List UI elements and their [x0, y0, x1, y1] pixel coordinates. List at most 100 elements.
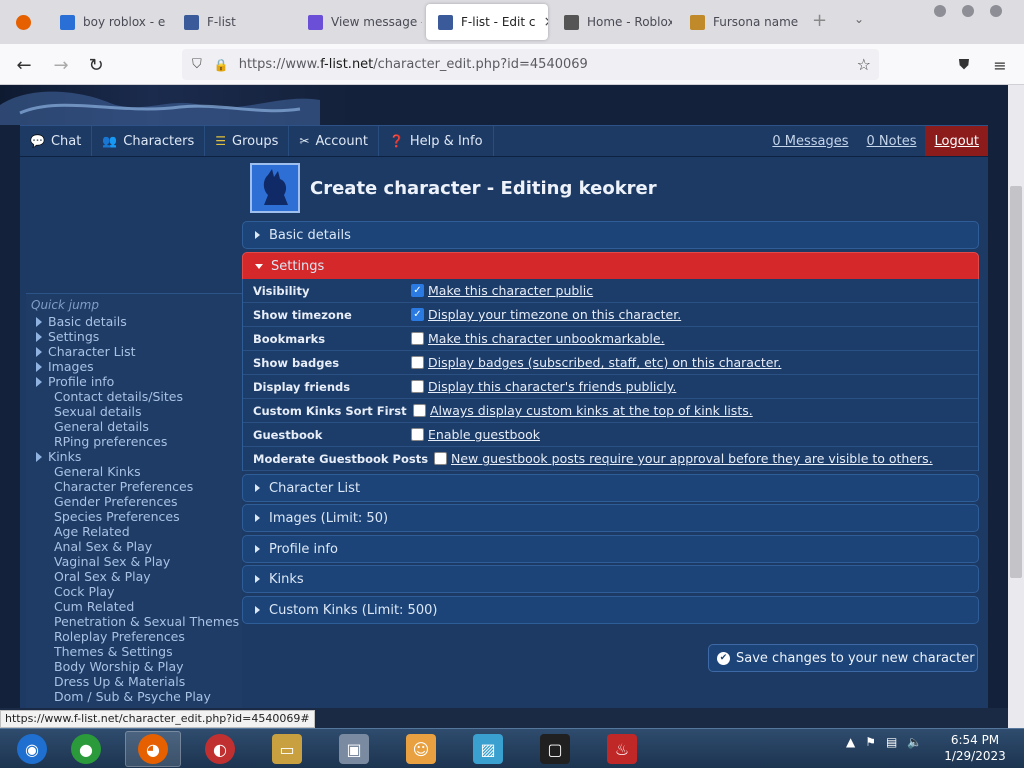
browser-tab[interactable]: F-list — [172, 4, 292, 40]
nav-chat[interactable]: 💬 Chat — [20, 126, 93, 156]
quick-jump-item[interactable]: Profile info — [26, 374, 242, 389]
setting-option-text[interactable]: New guestbook posts require your approva… — [451, 451, 933, 466]
obama-icon[interactable]: ◐ — [192, 731, 248, 767]
photo-icon[interactable]: ▨ — [460, 731, 516, 767]
nav-groups[interactable]: ☰ Groups — [205, 126, 290, 156]
setting-option-text[interactable]: Enable guestbook — [428, 427, 540, 442]
shield-icon[interactable]: ⛉ — [192, 57, 202, 72]
quick-jump-item[interactable]: Oral Sex & Play — [26, 569, 242, 584]
firefox-menu-icon[interactable] — [4, 4, 40, 40]
setting-checkbox[interactable] — [411, 356, 424, 369]
forward-button[interactable]: → — [49, 53, 73, 77]
lock-icon[interactable]: 🔒 — [214, 58, 229, 72]
quick-jump-item[interactable]: Themes & Settings — [26, 644, 242, 659]
quick-jump-item[interactable]: Contact details/Sites — [26, 389, 242, 404]
quick-jump-item[interactable]: Cum Related — [26, 599, 242, 614]
quick-jump-item[interactable]: General Kinks — [26, 464, 242, 479]
clock[interactable]: 6:54 PM 1/29/2023 — [940, 732, 1010, 764]
quick-jump-label: Character Preferences — [54, 479, 194, 494]
panel-custom-kinks[interactable]: Custom Kinks (Limit: 500) — [242, 596, 979, 624]
quick-jump-item[interactable]: Cock Play — [26, 584, 242, 599]
user-icon[interactable]: ☺ — [393, 731, 449, 767]
setting-checkbox[interactable] — [434, 452, 447, 465]
quick-jump-item[interactable]: Images — [26, 359, 242, 374]
quick-jump-label: Body Worship & Play — [54, 659, 184, 674]
quick-jump-item[interactable]: Basic details — [26, 314, 242, 329]
network-icon[interactable]: ▤ — [886, 735, 897, 749]
close-window-button[interactable] — [990, 5, 1002, 17]
minimize-button[interactable] — [934, 5, 946, 17]
setting-option-text[interactable]: Display this character's friends publicl… — [428, 379, 676, 394]
tab-list-chevron-icon[interactable]: ⌄ — [854, 12, 864, 26]
panel-basic-details[interactable]: Basic details — [242, 221, 979, 249]
setting-option-text[interactable]: Make this character unbookmarkable. — [428, 331, 665, 346]
panel-profile-info[interactable]: Profile info — [242, 535, 979, 563]
nav-characters[interactable]: 👥 Characters — [92, 126, 206, 156]
panel-settings[interactable]: Settings — [242, 252, 979, 280]
panel-kinks[interactable]: Kinks — [242, 565, 979, 593]
chrome-icon[interactable]: ● — [58, 731, 114, 767]
quick-jump-item[interactable]: Character List — [26, 344, 242, 359]
url-bar[interactable]: ⛉ 🔒 https://www. f-list.net/character_edi… — [182, 49, 879, 80]
panel-images[interactable]: Images (Limit: 50) — [242, 504, 979, 532]
pocket-icon[interactable]: ⛊ — [952, 53, 976, 77]
setting-checkbox[interactable] — [413, 404, 426, 417]
java-icon[interactable]: ♨ — [594, 731, 650, 767]
reload-button[interactable]: ↻ — [84, 53, 108, 77]
quick-jump-item[interactable]: Dress Up & Materials — [26, 674, 242, 689]
maximize-button[interactable] — [962, 5, 974, 17]
quick-jump-item[interactable]: Anal Sex & Play — [26, 539, 242, 554]
quick-jump-item[interactable]: General details — [26, 419, 242, 434]
caret-right-icon — [36, 361, 42, 372]
notes-link[interactable]: 0 Notes — [858, 126, 926, 156]
url-host: f-list.net — [320, 57, 374, 72]
tray-expand-icon[interactable]: ▲ — [846, 735, 855, 749]
scrollbar-thumb[interactable] — [1010, 186, 1022, 578]
browser-tab[interactable]: Fursona names — [678, 4, 798, 40]
new-tab-button[interactable]: + — [812, 10, 827, 31]
quick-jump-item[interactable]: Age Related — [26, 524, 242, 539]
setting-checkbox[interactable] — [411, 332, 424, 345]
volume-icon[interactable]: 🔈 — [907, 735, 922, 749]
quick-jump-item[interactable]: Sexual details — [26, 404, 242, 419]
bookmark-star-icon[interactable]: ☆ — [857, 55, 871, 74]
setting-option-text[interactable]: Display your timezone on this character. — [428, 307, 681, 322]
quick-jump-item[interactable]: Body Worship & Play — [26, 659, 242, 674]
folder-icon[interactable]: ▭ — [259, 731, 315, 767]
quick-jump-item[interactable]: Settings — [26, 329, 242, 344]
messages-link[interactable]: 0 Messages — [763, 126, 857, 156]
setting-checkbox[interactable]: ✓ — [411, 308, 424, 321]
quick-jump-item[interactable]: Penetration & Sexual Themes — [26, 614, 242, 629]
start-orb-icon[interactable]: ◉ — [4, 731, 60, 767]
browser-tab[interactable]: F-list - Edit c × — [426, 4, 548, 40]
setting-checkbox[interactable] — [411, 428, 424, 441]
nav-account[interactable]: ✂ Account — [289, 126, 379, 156]
flag-icon[interactable]: ⚑ — [865, 735, 876, 749]
quick-jump-item[interactable]: Dom / Sub & Psyche Play — [26, 689, 242, 704]
menu-icon[interactable]: ≡ — [988, 53, 1012, 77]
setting-option-text[interactable]: Make this character public — [428, 283, 593, 298]
quick-jump-item[interactable]: Kinks — [26, 449, 242, 464]
setting-option-text[interactable]: Always display custom kinks at the top o… — [430, 403, 753, 418]
browser-tab[interactable]: boy roblox - e — [48, 4, 168, 40]
panel-character-list[interactable]: Character List — [242, 474, 979, 502]
browser-tab[interactable]: View message - — [296, 4, 422, 40]
back-button[interactable]: ← — [12, 53, 36, 77]
terminal-icon[interactable]: ▢ — [527, 731, 583, 767]
quick-jump-item[interactable]: Roleplay Preferences — [26, 629, 242, 644]
browser-tab[interactable]: Home - Roblox — [552, 4, 672, 40]
quick-jump-item[interactable]: Species Preferences — [26, 509, 242, 524]
nav-help[interactable]: ❓ Help & Info — [379, 126, 494, 156]
setting-checkbox[interactable]: ✓ — [411, 284, 424, 297]
setting-checkbox[interactable] — [411, 380, 424, 393]
firefox-icon[interactable]: ◕ — [125, 731, 181, 767]
logout-link[interactable]: Logout — [925, 126, 988, 156]
setting-option-text[interactable]: Display badges (subscribed, staff, etc) … — [428, 355, 781, 370]
quick-jump-item[interactable]: Gender Preferences — [26, 494, 242, 509]
quick-jump-item[interactable]: RPing preferences — [26, 434, 242, 449]
monitor-icon[interactable]: ▣ — [326, 731, 382, 767]
quick-jump-item[interactable]: Character Preferences — [26, 479, 242, 494]
save-changes-button[interactable]: ✔ Save changes to your new character — [708, 644, 978, 672]
quick-jump-item[interactable]: Vaginal Sex & Play — [26, 554, 242, 569]
close-tab-icon[interactable]: × — [543, 14, 548, 30]
